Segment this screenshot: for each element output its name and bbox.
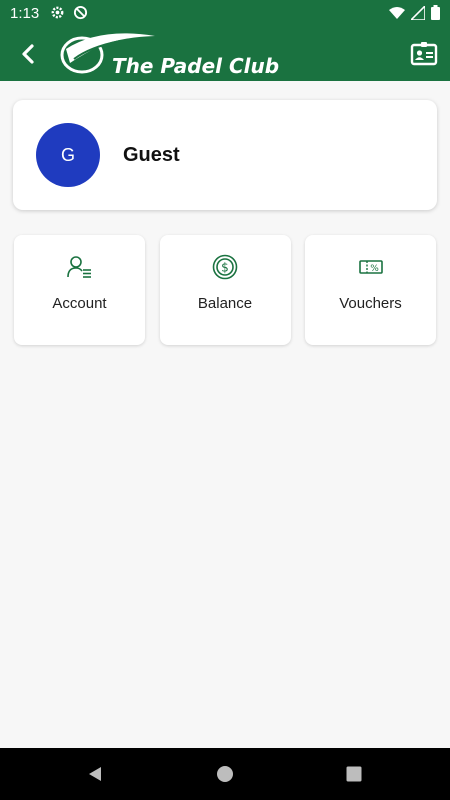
voucher-icon: % [357,253,385,281]
user-card[interactable]: G Guest [13,100,437,210]
account-label: Account [52,295,107,312]
signal-icon [409,3,426,25]
nav-recents-button[interactable] [344,764,364,784]
brand-name: The Padel Club [112,54,280,78]
menu-tiles: Account $ Balance % Vouchers [14,235,436,345]
app-bar: The Padel Club [0,26,450,81]
circle-home-icon [217,766,233,782]
settings-icon [50,5,65,25]
balance-tile[interactable]: $ Balance [159,235,291,345]
system-nav-bar [0,748,450,800]
dollar-coin-icon: $ [211,253,239,281]
member-card-button[interactable] [406,36,442,72]
vouchers-label: Vouchers [339,295,402,312]
vouchers-tile[interactable]: % Vouchers [305,235,436,345]
svg-text:%: % [370,264,379,274]
back-button[interactable] [10,36,46,72]
avatar-initial: G [60,144,75,165]
avatar: G [36,123,100,187]
brand-logo: The Padel Club [60,29,280,79]
battery-icon [431,5,440,25]
id-card-icon [410,42,438,66]
nav-home-button[interactable] [215,764,235,784]
status-bar: 1:13 [0,0,450,26]
chevron-left-icon [22,44,34,64]
triangle-back-icon [89,767,101,781]
account-icon [66,253,94,281]
square-recents-icon [346,766,362,782]
svg-text:$: $ [221,261,229,275]
account-tile[interactable]: Account [14,235,145,345]
nav-back-button[interactable] [85,764,105,784]
user-name: Guest [123,144,180,166]
status-time: 1:13 [10,5,40,22]
wifi-icon [389,6,405,25]
balance-label: Balance [197,295,253,312]
do-not-disturb-icon [73,5,88,25]
